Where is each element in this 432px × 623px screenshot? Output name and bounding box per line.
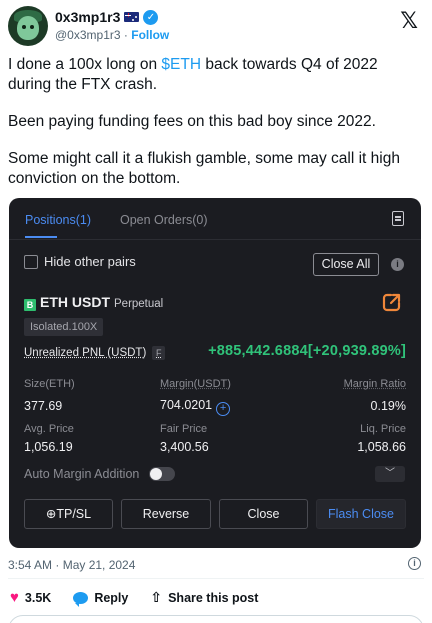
auto-margin-label: Auto Margin Addition	[24, 467, 140, 481]
reply-action[interactable]: Reply	[73, 590, 129, 607]
liq-price-label: Liq. Price	[360, 423, 406, 435]
unrealized-pnl-label: Unrealized PNL (USDT) F	[24, 346, 166, 360]
margin-value-row: 704.0201 +	[160, 398, 231, 416]
size-label: Size(ETH)	[24, 378, 75, 390]
active-tab-indicator	[25, 236, 57, 238]
share-label: Share this post	[168, 590, 259, 605]
document-icon[interactable]	[392, 211, 404, 226]
avatar-eye	[22, 25, 26, 29]
add-margin-icon[interactable]: +	[216, 402, 231, 416]
margin-ratio-value: 0.19%	[370, 399, 406, 413]
like-action[interactable]: ♥ 3.5K	[10, 589, 51, 606]
liq-price-value: 1,058.66	[357, 440, 406, 454]
australia-flag-icon	[124, 12, 140, 22]
close-position-button[interactable]: Close	[219, 499, 308, 529]
fair-price-value: 3,400.56	[160, 440, 209, 454]
margin-value: 704.0201	[160, 398, 213, 412]
pair-name: ETH USDT	[40, 294, 110, 310]
futures-badge: F	[152, 346, 166, 360]
auto-margin-toggle[interactable]	[149, 467, 176, 481]
tab-positions[interactable]: Positions(1)	[25, 213, 91, 227]
margin-mode-tag: Isolated.100X	[24, 318, 104, 336]
follow-button[interactable]: Follow	[131, 28, 169, 42]
hide-pairs-label: Hide other pairs	[44, 254, 136, 269]
hide-pairs-checkbox[interactable]	[24, 254, 38, 269]
like-count: 3.5K	[24, 590, 52, 605]
avg-price-label: Avg. Price	[24, 423, 74, 435]
tweet-text-segment: I done a 100x long on	[8, 56, 162, 73]
fair-price-label: Fair Price	[160, 423, 208, 435]
tweet-actions: ♥ 3.5K Reply ⇧ Share this post	[10, 589, 280, 607]
margin-ratio-label: Margin Ratio	[343, 378, 406, 390]
buy-side-badge: B	[24, 299, 36, 311]
share-position-icon[interactable]	[382, 292, 402, 312]
tweet-body: I done a 100x long on $ETH back towards …	[8, 55, 424, 206]
tab-open-orders[interactable]: Open Orders(0)	[120, 213, 208, 227]
reverse-button[interactable]: Reverse	[121, 499, 211, 529]
share-upload-icon: ⇧	[150, 589, 163, 605]
avg-price-value: 1,056.19	[24, 440, 73, 454]
tweet-header: 0x3mp1r3 ✓ @0x3mp1r3 · Follow 𝕏	[8, 6, 424, 46]
info-circle-icon[interactable]: i	[408, 557, 421, 570]
reply-bubble-icon	[73, 591, 89, 607]
share-action[interactable]: ⇧ Share this post	[150, 589, 258, 606]
position-screenshot-card[interactable]: Positions(1) Open Orders(0) Hide other p…	[9, 198, 421, 548]
hide-other-pairs-row[interactable]: Hide other pairs	[24, 254, 136, 269]
close-all-button[interactable]: Close All	[313, 253, 379, 276]
tp-sl-button[interactable]: ⊕TP/SL	[24, 499, 113, 529]
separator-dot: ·	[123, 28, 128, 42]
read-replies-button[interactable]: Read 396 replies	[8, 615, 424, 623]
position-tabs: Positions(1) Open Orders(0)	[9, 198, 421, 240]
author-name-row[interactable]: 0x3mp1r3 ✓	[55, 9, 159, 25]
author-display-name[interactable]: 0x3mp1r3	[55, 9, 120, 25]
margin-label: Margin(USDT)	[160, 378, 231, 390]
unrealized-pnl-value: +885,442.6884[+20,939.89%]	[208, 343, 406, 359]
chevron-down-icon[interactable]: ﹀	[375, 466, 405, 482]
eth-cashtag-link[interactable]: $ETH	[161, 56, 201, 73]
footer-divider	[8, 578, 424, 579]
verified-badge-icon[interactable]: ✓	[143, 9, 159, 25]
info-icon[interactable]: i	[391, 258, 404, 271]
size-value: 377.69	[24, 399, 63, 413]
contract-type: Perpetual	[114, 298, 164, 310]
heart-icon: ♥	[10, 589, 19, 606]
author-avatar[interactable]	[8, 6, 48, 46]
tweet-paragraph-1: I done a 100x long on $ETH back towards …	[8, 55, 424, 95]
avatar-eye	[30, 25, 34, 29]
author-handle[interactable]: @0x3mp1r3	[55, 28, 121, 42]
auto-margin-row: Auto Margin Addition	[24, 467, 176, 481]
tweet-paragraph-2: Been paying funding fees on this bad boy…	[8, 113, 376, 130]
reply-label: Reply	[94, 590, 129, 605]
pair-row: B ETH USDT Perpetual	[24, 294, 164, 311]
flash-close-button[interactable]: Flash Close	[316, 499, 406, 529]
tweet-paragraph-3: Some might call it a flukish gamble, som…	[8, 150, 400, 187]
pnl-label-text: Unrealized PNL (USDT)	[24, 347, 147, 359]
tweet-timestamp[interactable]: 3:54 AM · May 21, 2024	[8, 558, 135, 572]
x-logo-icon[interactable]: 𝕏	[400, 8, 418, 34]
author-handle-row: @0x3mp1r3 · Follow	[55, 28, 169, 42]
avatar-face	[17, 16, 39, 40]
